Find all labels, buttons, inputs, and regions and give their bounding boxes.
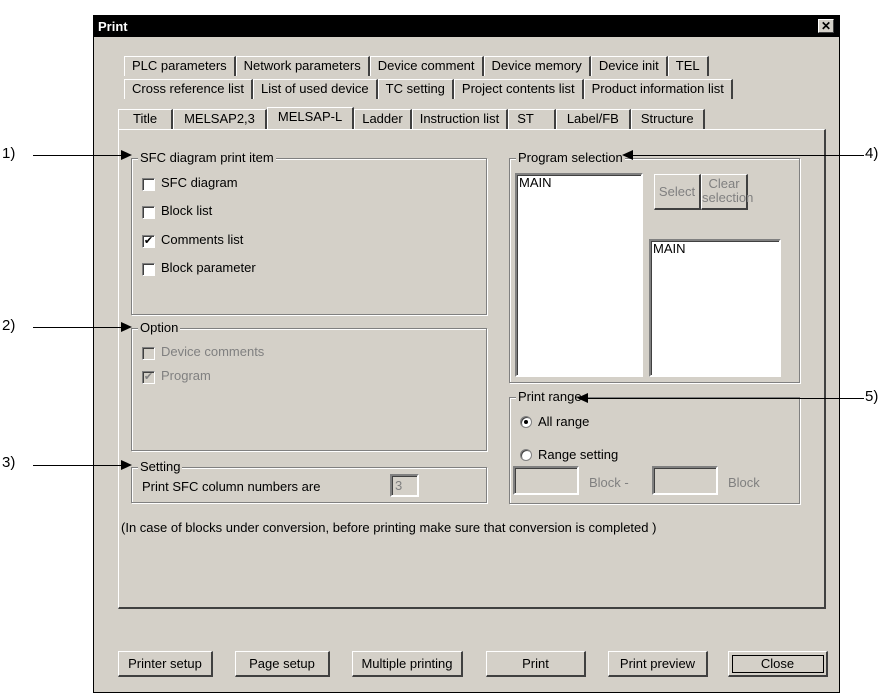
device-comments-label: Device comments [161,344,265,359]
close-button[interactable]: Close [728,651,828,677]
tab-tc-setting[interactable]: TC setting [377,79,454,99]
callout-3-label: 3) [2,454,16,471]
tab-ladder[interactable]: Ladder [354,109,412,129]
callout-5-line [586,398,864,399]
sfc-group-label: SFC diagram print item [138,150,276,165]
tab-network-parameters[interactable]: Network parameters [235,56,370,76]
tab-row-1: PLC parameters Network parameters Device… [124,56,709,76]
tab-cross-reference-list[interactable]: Cross reference list [124,79,253,99]
callout-3-arrowhead [121,460,132,470]
column-numbers-label: Print SFC column numbers are [142,479,321,494]
range-setting-radio[interactable] [520,449,532,461]
sfc-diagram-checkbox[interactable] [142,178,155,191]
range-start-input[interactable] [513,466,579,495]
setting-group: Setting Print SFC column numbers are 3 [131,459,487,503]
multiple-printing-button[interactable]: Multiple printing [352,651,463,677]
list-item[interactable]: MAIN [517,175,641,190]
tab-instruction-list[interactable]: Instruction list [411,109,509,129]
tab-title[interactable]: Title [118,109,174,129]
clear-selection-button[interactable]: Clear selection [701,174,754,210]
setting-group-label: Setting [138,459,183,474]
program-label: Program [161,368,211,383]
callout-1-label: 1) [2,145,16,162]
block-parameter-checkbox[interactable] [142,263,155,276]
comments-list-checkbox[interactable]: ✔ [142,235,155,248]
sfc-print-item-group: SFC diagram print item SFC diagram Block… [131,150,487,315]
sfc-diagram-label: SFC diagram [161,175,238,190]
tab-device-init[interactable]: Device init [590,56,668,76]
dialog-title: Print [98,19,128,34]
block-list-label: Block list [161,203,213,218]
program-list-left[interactable]: MAIN [515,173,643,377]
tab-product-information-list[interactable]: Product information list [583,79,733,99]
callout-4-arrowhead [622,150,633,160]
conversion-note: (In case of blocks under conversion, bef… [121,520,657,535]
tab-project-contents-list[interactable]: Project contents list [453,79,584,99]
column-numbers-value: 3 [395,478,403,493]
print-range-group: Print range All range Range setting Bloc… [509,389,800,504]
print-range-label: Print range [516,389,584,404]
tab-list-of-used-device[interactable]: List of used device [252,79,378,99]
all-range-label: All range [538,414,590,429]
all-range-radio[interactable] [520,416,532,428]
callout-5-arrowhead [577,393,588,403]
print-dialog: Print ✕ PLC parameters Network parameter… [93,15,840,693]
page-setup-button[interactable]: Page setup [235,651,330,677]
clear-label-line1: Clear [708,176,740,191]
list-item[interactable]: MAIN [651,241,779,256]
callout-2-arrowhead [121,322,132,332]
device-comments-checkbox[interactable] [142,347,155,360]
column-numbers-input[interactable]: 3 [390,474,419,497]
block-to-label: Block [728,475,760,490]
tab-panel: SFC diagram print item SFC diagram Block… [118,129,826,609]
block-parameter-label: Block parameter [161,260,256,275]
tab-tel[interactable]: TEL [667,56,709,76]
program-selection-group: Program selection MAIN Select Clear sele… [509,150,800,383]
callout-1-line [33,155,123,156]
close-icon[interactable]: ✕ [818,19,834,33]
title-bar: Print ✕ [94,16,839,37]
program-checkbox[interactable]: ✔ [142,371,155,384]
callout-4-label: 4) [865,145,879,162]
option-group-label: Option [138,320,181,335]
range-setting-label: Range setting [538,447,619,462]
select-button[interactable]: Select [654,174,701,210]
printer-setup-button[interactable]: Printer setup [118,651,213,677]
callout-2-line [33,327,123,328]
callout-1-arrowhead [121,150,132,160]
tab-device-memory[interactable]: Device memory [483,56,591,76]
tab-row-3: Title MELSAP2,3 MELSAP-L Ladder Instruct… [118,107,705,129]
tab-melsap-l[interactable]: MELSAP-L [266,107,355,129]
program-list-right[interactable]: MAIN [649,239,781,377]
block-from-label: Block - [589,475,629,490]
tab-structure[interactable]: Structure [630,109,705,129]
callout-4-line [631,155,864,156]
tab-device-comment[interactable]: Device comment [369,56,484,76]
block-list-checkbox[interactable] [142,206,155,219]
tab-label-fb[interactable]: Label/FB [555,109,631,129]
comments-list-label: Comments list [161,232,244,247]
range-end-input[interactable] [652,466,718,495]
callout-3-line [33,465,123,466]
callout-2-label: 2) [2,317,16,334]
program-selection-label: Program selection [516,150,625,165]
tab-st[interactable]: ST [508,109,556,129]
option-group: Option Device comments ✔ Program [131,320,487,451]
tab-plc-parameters[interactable]: PLC parameters [124,56,236,76]
print-button[interactable]: Print [486,651,586,677]
tab-row-2: Cross reference list List of used device… [124,79,733,99]
print-preview-button[interactable]: Print preview [608,651,708,677]
tab-melsap23[interactable]: MELSAP2,3 [173,109,267,129]
callout-5-label: 5) [865,388,879,405]
clear-label-line2: selection [702,190,754,205]
